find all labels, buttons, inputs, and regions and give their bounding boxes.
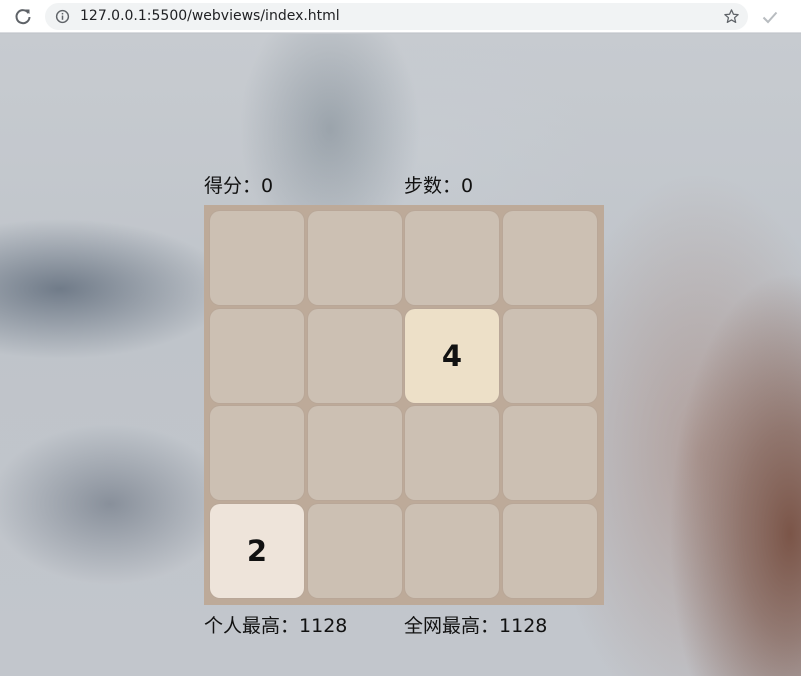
empty-cell [308, 211, 402, 305]
empty-cell [405, 406, 499, 500]
empty-cell [503, 211, 597, 305]
score-value: 0 [261, 175, 274, 197]
empty-cell [210, 406, 304, 500]
personal-best-display: 个人最高：1128 [204, 614, 347, 638]
empty-cell [503, 406, 597, 500]
tile-4: 4 [405, 309, 499, 403]
check-icon[interactable] [761, 8, 779, 26]
steps-value: 0 [461, 175, 474, 197]
tile-2: 2 [210, 504, 304, 598]
empty-cell [503, 504, 597, 598]
global-best-value: 1128 [499, 615, 548, 637]
info-icon[interactable] [55, 9, 70, 24]
empty-cell [210, 309, 304, 403]
empty-cell [308, 406, 402, 500]
empty-cell [308, 504, 402, 598]
score-label: 得分： [204, 175, 262, 197]
score-display: 得分：0 [204, 174, 273, 198]
empty-cell [210, 211, 304, 305]
reload-icon[interactable] [13, 7, 33, 27]
personal-best-value: 1128 [299, 615, 348, 637]
game-board[interactable]: 42 [204, 205, 604, 605]
global-best-display: 全网最高：1128 [404, 614, 547, 638]
browser-toolbar: 127.0.0.1:5500/webviews/index.html [0, 0, 801, 33]
empty-cell [405, 504, 499, 598]
empty-cell [503, 309, 597, 403]
steps-display: 步数：0 [404, 174, 473, 198]
empty-cell [405, 211, 499, 305]
global-best-label: 全网最高： [404, 615, 500, 637]
steps-label: 步数： [404, 175, 462, 197]
empty-cell [308, 309, 402, 403]
url-text[interactable]: 127.0.0.1:5500/webviews/index.html [80, 8, 340, 25]
star-icon[interactable] [723, 8, 740, 25]
personal-best-label: 个人最高： [204, 615, 300, 637]
address-bar[interactable]: 127.0.0.1:5500/webviews/index.html [45, 3, 748, 30]
